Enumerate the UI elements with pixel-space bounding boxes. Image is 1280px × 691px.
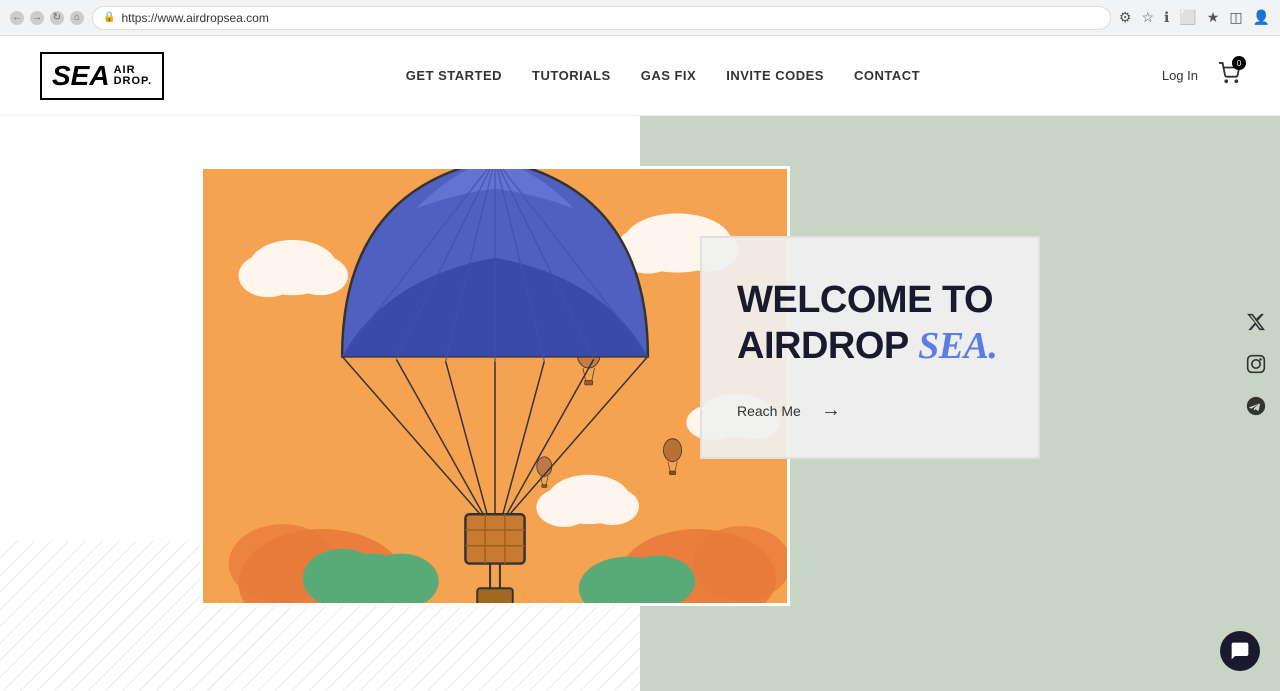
reach-me-arrow: →	[821, 399, 841, 422]
refresh-button[interactable]: ↻	[50, 11, 64, 25]
favorites-icon[interactable]: ★	[1207, 9, 1220, 26]
nav-get-started[interactable]: GET STARTED	[406, 68, 502, 83]
welcome-line2: AIRDROP SEA.	[737, 324, 1003, 370]
logo-drop: DROP.	[114, 76, 152, 87]
chat-button[interactable]	[1220, 631, 1260, 671]
home-button[interactable]: ⌂	[70, 11, 84, 25]
nav-right: Log In 0	[1162, 62, 1240, 89]
page-wrapper: SEA AIR DROP. GET STARTED TUTORIALS GAS …	[0, 36, 1280, 691]
cart-badge: 0	[1232, 56, 1246, 70]
x-twitter-icon[interactable]	[1242, 308, 1270, 336]
bookmark-icon[interactable]: ☆	[1141, 9, 1154, 26]
nav-links: GET STARTED TUTORIALS GAS FIX INVITE COD…	[406, 68, 920, 83]
forward-button[interactable]: →	[30, 11, 44, 25]
tab-icon[interactable]: ⬜	[1179, 9, 1196, 26]
nav-invite-codes[interactable]: INVITE CODES	[726, 68, 824, 83]
browser-controls: ← → ↻ ⌂	[10, 11, 84, 25]
telegram-icon[interactable]	[1242, 392, 1270, 420]
nav-gas-fix[interactable]: GAS FIX	[641, 68, 697, 83]
logo-air: AIR	[114, 65, 152, 76]
welcome-title-block: WELCOME TO AIRDROP SEA.	[737, 278, 1003, 369]
nav-tutorials[interactable]: TUTORIALS	[532, 68, 611, 83]
welcome-line1: WELCOME TO	[737, 278, 1003, 324]
welcome-card: WELCOME TO AIRDROP SEA. Reach Me →	[700, 236, 1040, 459]
back-button[interactable]: ←	[10, 11, 24, 25]
profile-icon[interactable]: 👤	[1253, 9, 1270, 26]
url-text: https://www.airdropsea.com	[121, 11, 268, 25]
extensions-icon[interactable]: ⚙	[1119, 9, 1132, 26]
refresh-info-icon[interactable]: ℹ	[1164, 9, 1169, 26]
logo-airdrop-text: AIR DROP.	[114, 65, 152, 87]
reach-me-text: Reach Me	[737, 403, 801, 419]
cart-icon-wrap[interactable]: 0	[1218, 62, 1240, 89]
browser-toolbar-icons: ⚙ ☆ ℹ ⬜ ★ ◫ 👤	[1119, 9, 1270, 26]
address-bar[interactable]: 🔒 https://www.airdropsea.com	[92, 6, 1111, 30]
logo[interactable]: SEA AIR DROP.	[40, 52, 164, 100]
logo-sea-text: SEA	[52, 60, 110, 92]
social-icons	[1242, 308, 1270, 420]
lock-icon: 🔒	[103, 12, 115, 23]
instagram-icon[interactable]	[1242, 350, 1270, 378]
nav-contact[interactable]: CONTACT	[854, 68, 920, 83]
navbar: SEA AIR DROP. GET STARTED TUTORIALS GAS …	[0, 36, 1280, 116]
login-link[interactable]: Log In	[1162, 68, 1198, 83]
reach-me-row[interactable]: Reach Me →	[737, 399, 1003, 422]
welcome-sea: SEA.	[918, 325, 997, 367]
browser-chrome: ← → ↻ ⌂ 🔒 https://www.airdropsea.com ⚙ ☆…	[0, 0, 1280, 36]
collections-icon[interactable]: ◫	[1229, 9, 1242, 26]
